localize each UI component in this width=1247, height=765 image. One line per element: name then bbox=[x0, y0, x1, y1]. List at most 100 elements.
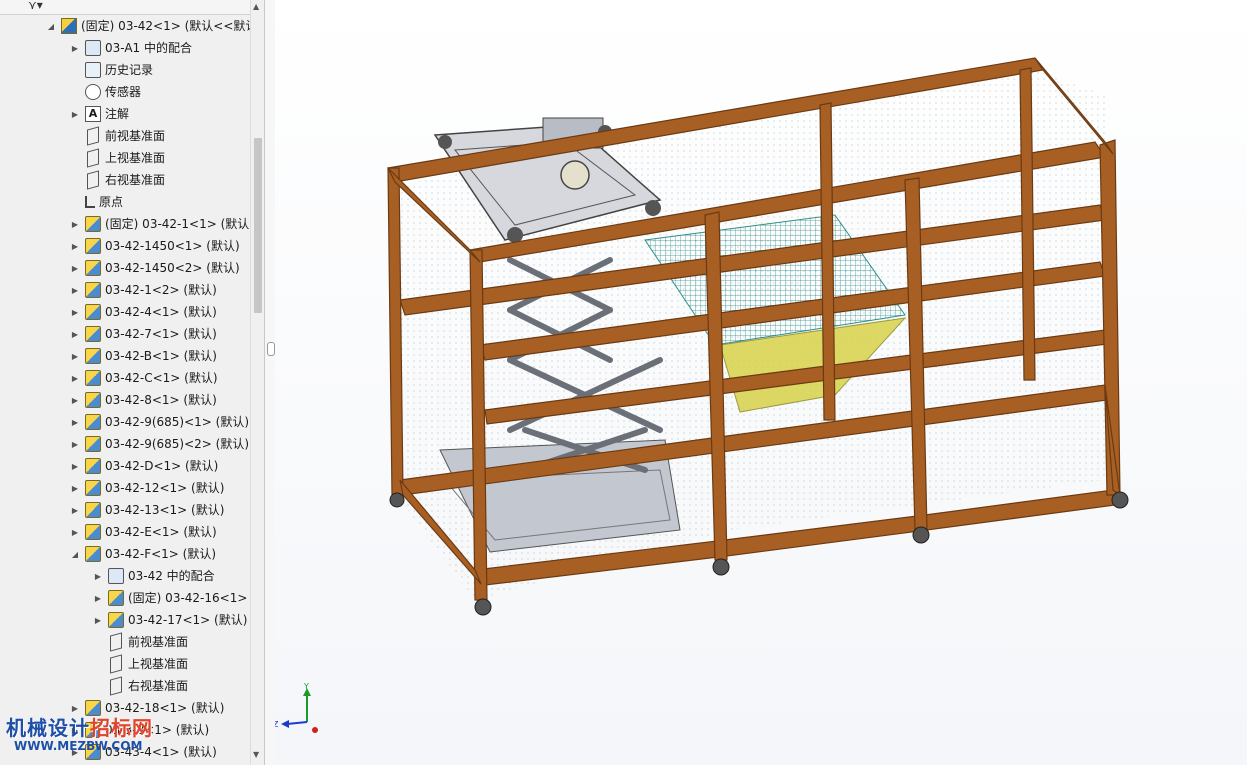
tree-item-label: 03-42-E<1> (默认) bbox=[105, 525, 217, 539]
assembly-icon bbox=[61, 17, 77, 34]
tree-item[interactable]: ▶ 03-42 中的配合 bbox=[93, 565, 215, 587]
tree-item-label: 03-42-7<1> (默认) bbox=[105, 327, 217, 341]
collapse-arrow-icon[interactable]: ▶ bbox=[70, 522, 80, 544]
part-icon bbox=[85, 523, 101, 540]
plane-icon bbox=[87, 125, 99, 146]
tree-item-label: 03-42-1<2> (默认) bbox=[105, 283, 217, 297]
collapse-arrow-icon[interactable]: ▶ bbox=[70, 280, 80, 302]
collapse-arrow-icon[interactable]: ▶ bbox=[70, 412, 80, 434]
collapse-arrow-icon[interactable]: ▶ bbox=[70, 258, 80, 280]
plane-icon bbox=[110, 653, 122, 674]
filter-icon[interactable]: ⋎▾ bbox=[28, 0, 43, 12]
collapse-arrow-icon[interactable]: ▶ bbox=[70, 236, 80, 258]
tree-item[interactable]: ▶ 03-42-13<1> (默认) bbox=[70, 499, 224, 521]
tree-scrollbar[interactable]: ▲ ▼ bbox=[250, 0, 265, 765]
tree-item-label: 03-42-1450<2> (默认) bbox=[105, 261, 240, 275]
scrollbar-thumb[interactable] bbox=[254, 138, 262, 313]
z-axis-arrow bbox=[286, 721, 308, 725]
tree-item-label: 03-42-8<1> (默认) bbox=[105, 393, 217, 407]
tree-item[interactable]: ▶ 03-42-E<1> (默认) bbox=[70, 521, 217, 543]
tree-item[interactable]: ◢ 03-42-F<1> (默认) bbox=[70, 543, 216, 565]
tree-item[interactable]: ▶ A 注解 bbox=[70, 103, 129, 125]
part-icon bbox=[85, 347, 101, 364]
tree-item[interactable]: 前视基准面 bbox=[70, 125, 165, 147]
history-icon bbox=[85, 61, 101, 78]
tree-item[interactable]: ▶ 03-42-9(685)<1> (默认) bbox=[70, 411, 249, 433]
tree-item[interactable]: ▶ 03-42-8<1> (默认) bbox=[70, 389, 217, 411]
tree-item[interactable]: ▶ 03-42-1<2> (默认) bbox=[70, 279, 217, 301]
tree-item[interactable]: ▶ 03-A1 中的配合 bbox=[70, 37, 192, 59]
splitter-handle[interactable] bbox=[267, 342, 275, 356]
tree-item-label: 前视基准面 bbox=[105, 129, 166, 143]
collapse-arrow-icon[interactable]: ▶ bbox=[70, 104, 80, 126]
tree-item[interactable]: 上视基准面 bbox=[70, 147, 165, 169]
tree-item[interactable]: 传感器 bbox=[70, 81, 141, 103]
watermark-logo: 机械设计招标网 bbox=[6, 712, 153, 741]
tree-item-label: 03-42-F<1> (默认) bbox=[105, 547, 217, 561]
tree-item[interactable]: ▶ 03-42-9(685)<2> (默认) bbox=[70, 433, 249, 455]
tree-item[interactable]: ▶ 03-42-1450<1> (默认) bbox=[70, 235, 240, 257]
scroll-up-icon[interactable]: ▲ bbox=[253, 2, 259, 11]
part-icon bbox=[85, 545, 101, 562]
y-axis-label: Y bbox=[303, 682, 309, 691]
collapse-arrow-icon[interactable]: ▶ bbox=[70, 478, 80, 500]
tree-item[interactable]: ▶ (固定) 03-42-16<1> bbox=[93, 587, 247, 609]
collapse-arrow-icon[interactable]: ▶ bbox=[70, 214, 80, 236]
tree-item[interactable]: ▶ 03-42-B<1> (默认) bbox=[70, 345, 217, 367]
tree-item[interactable]: ▶ 03-42-D<1> (默认) bbox=[70, 455, 218, 477]
part-icon bbox=[85, 281, 101, 298]
graphics-viewport[interactable]: Y Z bbox=[275, 0, 1247, 765]
tree-item[interactable]: 历史记录 bbox=[70, 59, 153, 81]
collapse-arrow-icon[interactable]: ▶ bbox=[93, 566, 103, 588]
collapse-arrow-icon[interactable]: ▶ bbox=[70, 38, 80, 60]
tree-item[interactable]: 原点 bbox=[70, 191, 123, 213]
tree-item[interactable]: 右视基准面 bbox=[93, 675, 188, 697]
part-icon bbox=[85, 457, 101, 474]
tree-item[interactable]: ▶ 03-42-17<1> (默认) bbox=[93, 609, 247, 631]
expand-arrow-icon[interactable]: ◢ bbox=[70, 544, 80, 566]
tree-item[interactable]: 上视基准面 bbox=[93, 653, 188, 675]
part-icon bbox=[85, 325, 101, 342]
x-axis-arrow bbox=[312, 727, 318, 733]
part-icon bbox=[85, 215, 101, 232]
part-icon bbox=[108, 611, 124, 628]
collapse-arrow-icon[interactable]: ▶ bbox=[70, 324, 80, 346]
tree-item-label: (固定) 03-42-1<1> (默认 bbox=[105, 217, 250, 231]
part-icon bbox=[85, 391, 101, 408]
expand-arrow-icon[interactable]: ◢ bbox=[46, 16, 56, 38]
tree-item[interactable]: ▶ 03-42-C<1> (默认) bbox=[70, 367, 218, 389]
collapse-arrow-icon[interactable]: ▶ bbox=[93, 588, 103, 610]
sensor-icon bbox=[85, 83, 101, 100]
tree-item-label: 03-42-13<1> (默认) bbox=[105, 503, 225, 517]
collapse-arrow-icon[interactable]: ▶ bbox=[93, 610, 103, 632]
tree-item[interactable]: ▶ (固定) 03-42-1<1> (默认 bbox=[70, 213, 249, 235]
mates-icon bbox=[108, 567, 124, 584]
tree-item[interactable]: ▶ 03-42-7<1> (默认) bbox=[70, 323, 217, 345]
tree-item[interactable]: 右视基准面 bbox=[70, 169, 165, 191]
tree-item-label: 03-42-9(685)<2> (默认) bbox=[105, 437, 250, 451]
tree-item[interactable]: ▶ 03-42-4<1> (默认) bbox=[70, 301, 217, 323]
tree-item-label: 03-42-17<1> (默认) bbox=[128, 613, 248, 627]
tree-item[interactable]: 前视基准面 bbox=[93, 631, 188, 653]
tree-item-label: (固定) 03-42-16<1> bbox=[128, 591, 248, 605]
collapse-arrow-icon[interactable]: ▶ bbox=[70, 500, 80, 522]
tree-item-label: 03-42-C<1> (默认) bbox=[105, 371, 218, 385]
collapse-arrow-icon[interactable]: ▶ bbox=[70, 368, 80, 390]
collapse-arrow-icon[interactable]: ▶ bbox=[70, 302, 80, 324]
collapse-arrow-icon[interactable]: ▶ bbox=[70, 390, 80, 412]
collapse-arrow-icon[interactable]: ▶ bbox=[70, 456, 80, 478]
tree-item-label: 03-42-D<1> (默认) bbox=[105, 459, 219, 473]
tree-item-label: 注解 bbox=[105, 107, 130, 121]
collapse-arrow-icon[interactable]: ▶ bbox=[70, 346, 80, 368]
plane-icon bbox=[110, 675, 122, 696]
tree-item-label: 右视基准面 bbox=[128, 679, 189, 693]
tree-item[interactable]: ▶ 03-42-12<1> (默认) bbox=[70, 477, 224, 499]
tree-item[interactable]: ▶ 03-42-1450<2> (默认) bbox=[70, 257, 240, 279]
collapse-arrow-icon[interactable]: ▶ bbox=[70, 434, 80, 456]
part-icon bbox=[85, 259, 101, 276]
tree-item-label: (固定) 03-42<1> (默认<<默认 bbox=[81, 19, 258, 33]
tree-item[interactable]: ◢ (固定) 03-42<1> (默认<<默认 bbox=[46, 15, 257, 37]
part-icon bbox=[85, 413, 101, 430]
scroll-down-icon[interactable]: ▼ bbox=[253, 750, 259, 759]
frame-assembly-model[interactable] bbox=[275, 0, 1247, 765]
